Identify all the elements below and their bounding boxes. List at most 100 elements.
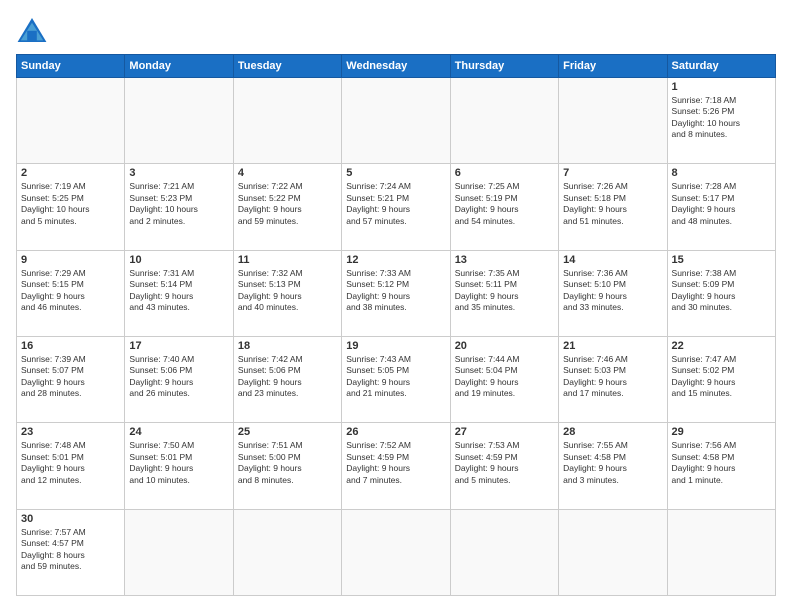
day-info: Sunrise: 7:22 AM Sunset: 5:22 PM Dayligh… [238, 181, 337, 227]
day-info: Sunrise: 7:33 AM Sunset: 5:12 PM Dayligh… [346, 268, 445, 314]
day-info: Sunrise: 7:31 AM Sunset: 5:14 PM Dayligh… [129, 268, 228, 314]
day-info: Sunrise: 7:43 AM Sunset: 5:05 PM Dayligh… [346, 354, 445, 400]
day-number: 24 [129, 426, 228, 438]
calendar-cell: 8Sunrise: 7:28 AM Sunset: 5:17 PM Daylig… [667, 164, 775, 250]
day-number: 21 [563, 340, 662, 352]
day-number: 23 [21, 426, 120, 438]
header-thursday: Thursday [450, 55, 558, 78]
calendar-week-1: 1 Sunrise: 7:18 AM Sunset: 5:26 PM Daylig… [17, 78, 776, 164]
calendar-cell: 15 Sunrise: 7:38 AM Sunset: 5:09 PM Dayli… [667, 250, 775, 336]
day-number: 9 [21, 254, 120, 266]
header-saturday: Saturday [667, 55, 775, 78]
day-number: 25 [238, 426, 337, 438]
day-number: 11 [238, 254, 337, 266]
day-number: 17 [129, 340, 228, 352]
day-info: Sunrise: 7:36 AM Sunset: 5:10 PM Dayligh… [563, 268, 662, 314]
calendar-table: Sunday Monday Tuesday Wednesday Thursday… [16, 54, 776, 596]
day-info: Sunrise: 7:40 AM Sunset: 5:06 PM Dayligh… [129, 354, 228, 400]
day-info: Sunrise: 7:26 AM Sunset: 5:18 PM Dayligh… [563, 181, 662, 227]
day-info: Sunrise: 7:44 AM Sunset: 5:04 PM Dayligh… [455, 354, 554, 400]
day-number: 29 [672, 426, 771, 438]
calendar-cell: 16Sunrise: 7:39 AM Sunset: 5:07 PM Dayli… [17, 336, 125, 422]
calendar-cell: 20 Sunrise: 7:44 AM Sunset: 5:04 PM Dayli… [450, 336, 558, 422]
header-friday: Friday [559, 55, 667, 78]
day-number: 1 [672, 81, 771, 93]
calendar-cell: 2 Sunrise: 7:19 AM Sunset: 5:25 PM Daylig… [17, 164, 125, 250]
day-info: Sunrise: 7:48 AM Sunset: 5:01 PM Dayligh… [21, 440, 120, 486]
day-info: Sunrise: 7:38 AM Sunset: 5:09 PM Dayligh… [672, 268, 771, 314]
days-header-row: Sunday Monday Tuesday Wednesday Thursday… [17, 55, 776, 78]
day-info: Sunrise: 7:18 AM Sunset: 5:26 PM Dayligh… [672, 95, 771, 141]
calendar-cell: 14 Sunrise: 7:36 AM Sunset: 5:10 PM Dayli… [559, 250, 667, 336]
calendar-cell [342, 509, 450, 595]
calendar-week-6: 30Sunrise: 7:57 AM Sunset: 4:57 PM Dayli… [17, 509, 776, 595]
calendar-cell: 13Sunrise: 7:35 AM Sunset: 5:11 PM Dayli… [450, 250, 558, 336]
day-number: 30 [21, 513, 120, 525]
day-info: Sunrise: 7:53 AM Sunset: 4:59 PM Dayligh… [455, 440, 554, 486]
day-number: 3 [129, 167, 228, 179]
day-number: 4 [238, 167, 337, 179]
calendar-cell [450, 78, 558, 164]
calendar-week-4: 16Sunrise: 7:39 AM Sunset: 5:07 PM Dayli… [17, 336, 776, 422]
day-info: Sunrise: 7:42 AM Sunset: 5:06 PM Dayligh… [238, 354, 337, 400]
day-number: 15 [672, 254, 771, 266]
day-number: 18 [238, 340, 337, 352]
calendar-cell: 7Sunrise: 7:26 AM Sunset: 5:18 PM Daylig… [559, 164, 667, 250]
calendar-cell: 17 Sunrise: 7:40 AM Sunset: 5:06 PM Dayli… [125, 336, 233, 422]
day-info: Sunrise: 7:50 AM Sunset: 5:01 PM Dayligh… [129, 440, 228, 486]
calendar-cell [233, 78, 341, 164]
day-number: 28 [563, 426, 662, 438]
header-sunday: Sunday [17, 55, 125, 78]
day-number: 22 [672, 340, 771, 352]
day-info: Sunrise: 7:29 AM Sunset: 5:15 PM Dayligh… [21, 268, 120, 314]
calendar-cell: 1 Sunrise: 7:18 AM Sunset: 5:26 PM Daylig… [667, 78, 775, 164]
calendar-week-3: 9 Sunrise: 7:29 AM Sunset: 5:15 PM Daylig… [17, 250, 776, 336]
calendar-cell [17, 78, 125, 164]
day-number: 14 [563, 254, 662, 266]
calendar-cell: 6 Sunrise: 7:25 AM Sunset: 5:19 PM Daylig… [450, 164, 558, 250]
calendar-cell: 24 Sunrise: 7:50 AM Sunset: 5:01 PM Dayli… [125, 423, 233, 509]
day-info: Sunrise: 7:24 AM Sunset: 5:21 PM Dayligh… [346, 181, 445, 227]
day-info: Sunrise: 7:55 AM Sunset: 4:58 PM Dayligh… [563, 440, 662, 486]
calendar-cell: 25 Sunrise: 7:51 AM Sunset: 5:00 PM Dayli… [233, 423, 341, 509]
calendar-cell [125, 78, 233, 164]
day-number: 2 [21, 167, 120, 179]
calendar-cell: 26Sunrise: 7:52 AM Sunset: 4:59 PM Dayli… [342, 423, 450, 509]
day-number: 19 [346, 340, 445, 352]
calendar-cell: 9 Sunrise: 7:29 AM Sunset: 5:15 PM Daylig… [17, 250, 125, 336]
calendar-week-2: 2 Sunrise: 7:19 AM Sunset: 5:25 PM Daylig… [17, 164, 776, 250]
calendar-cell [667, 509, 775, 595]
calendar-week-5: 23 Sunrise: 7:48 AM Sunset: 5:01 PM Dayli… [17, 423, 776, 509]
logo [16, 16, 52, 44]
day-number: 6 [455, 167, 554, 179]
day-number: 10 [129, 254, 228, 266]
header-wednesday: Wednesday [342, 55, 450, 78]
calendar-cell: 28 Sunrise: 7:55 AM Sunset: 4:58 PM Dayli… [559, 423, 667, 509]
calendar-cell: 11Sunrise: 7:32 AM Sunset: 5:13 PM Dayli… [233, 250, 341, 336]
day-number: 5 [346, 167, 445, 179]
header-tuesday: Tuesday [233, 55, 341, 78]
calendar-cell [450, 509, 558, 595]
day-info: Sunrise: 7:19 AM Sunset: 5:25 PM Dayligh… [21, 181, 120, 227]
day-info: Sunrise: 7:52 AM Sunset: 4:59 PM Dayligh… [346, 440, 445, 486]
calendar-cell: 30Sunrise: 7:57 AM Sunset: 4:57 PM Dayli… [17, 509, 125, 595]
day-info: Sunrise: 7:21 AM Sunset: 5:23 PM Dayligh… [129, 181, 228, 227]
calendar-cell: 23 Sunrise: 7:48 AM Sunset: 5:01 PM Dayli… [17, 423, 125, 509]
day-info: Sunrise: 7:25 AM Sunset: 5:19 PM Dayligh… [455, 181, 554, 227]
calendar-cell: 27 Sunrise: 7:53 AM Sunset: 4:59 PM Dayli… [450, 423, 558, 509]
day-number: 20 [455, 340, 554, 352]
calendar-cell: 18 Sunrise: 7:42 AM Sunset: 5:06 PM Dayli… [233, 336, 341, 422]
day-number: 16 [21, 340, 120, 352]
day-info: Sunrise: 7:47 AM Sunset: 5:02 PM Dayligh… [672, 354, 771, 400]
day-info: Sunrise: 7:56 AM Sunset: 4:58 PM Dayligh… [672, 440, 771, 486]
calendar-cell: 12Sunrise: 7:33 AM Sunset: 5:12 PM Dayli… [342, 250, 450, 336]
day-info: Sunrise: 7:51 AM Sunset: 5:00 PM Dayligh… [238, 440, 337, 486]
calendar-cell [125, 509, 233, 595]
calendar-cell: 21Sunrise: 7:46 AM Sunset: 5:03 PM Dayli… [559, 336, 667, 422]
logo-icon [16, 16, 48, 44]
calendar-cell [233, 509, 341, 595]
calendar-cell [342, 78, 450, 164]
calendar-cell: 22 Sunrise: 7:47 AM Sunset: 5:02 PM Dayli… [667, 336, 775, 422]
day-number: 27 [455, 426, 554, 438]
calendar-cell: 5 Sunrise: 7:24 AM Sunset: 5:21 PM Daylig… [342, 164, 450, 250]
